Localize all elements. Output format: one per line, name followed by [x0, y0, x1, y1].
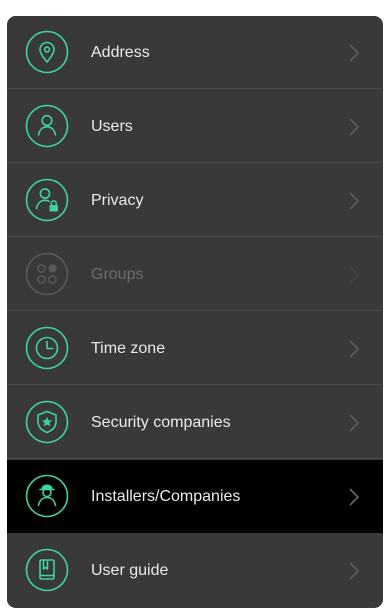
installer-icon: [25, 474, 69, 518]
chevron-right-icon: [349, 414, 360, 432]
menu-item-address[interactable]: Address: [7, 16, 383, 89]
divider: [7, 458, 383, 459]
menu-item-label: Address: [91, 44, 150, 61]
chevron-right-icon: [349, 488, 360, 506]
chevron-right-icon: [349, 118, 360, 136]
menu-item-label: Security companies: [91, 414, 231, 431]
chevron-right-icon: [349, 340, 360, 358]
menu-item-groups: Groups: [7, 238, 383, 311]
menu-item-users[interactable]: Users: [7, 90, 383, 163]
divider: [7, 162, 383, 163]
book-icon: [25, 548, 69, 592]
menu-item-label: Groups: [91, 266, 144, 283]
menu-item-privacy[interactable]: Privacy: [7, 164, 383, 237]
menu-item-time-zone[interactable]: Time zone: [7, 312, 383, 385]
menu-item-installers-companies[interactable]: Installers/Companies: [7, 460, 383, 533]
chevron-right-icon: [349, 562, 360, 580]
settings-menu: Address Users Privacy Groups Time zone S…: [7, 16, 383, 608]
chevron-right-icon: [349, 44, 360, 62]
divider: [7, 88, 383, 89]
chevron-right-icon: [349, 266, 360, 284]
chevron-right-icon: [349, 192, 360, 210]
menu-item-label: Installers/Companies: [91, 488, 241, 505]
menu-item-label: User guide: [91, 562, 169, 579]
user-icon: [25, 104, 69, 148]
location-pin-icon: [25, 30, 69, 74]
groups-icon: [25, 252, 69, 296]
settings-screen: Address Users Privacy Groups Time zone S…: [0, 0, 392, 614]
user-lock-icon: [25, 178, 69, 222]
menu-item-user-guide[interactable]: User guide: [7, 534, 383, 607]
divider: [7, 236, 383, 237]
menu-item-security-companies[interactable]: Security companies: [7, 386, 383, 459]
menu-item-label: Time zone: [91, 340, 166, 357]
menu-item-label: Privacy: [91, 192, 144, 209]
shield-star-icon: [25, 400, 69, 444]
divider: [7, 310, 383, 311]
menu-item-label: Users: [91, 118, 133, 135]
clock-icon: [25, 326, 69, 370]
divider: [7, 384, 383, 385]
